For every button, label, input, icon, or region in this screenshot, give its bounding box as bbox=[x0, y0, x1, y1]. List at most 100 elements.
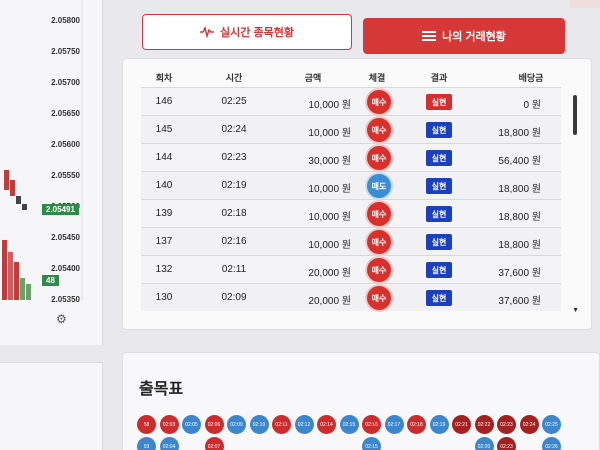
candle-bar bbox=[14, 262, 19, 300]
history-dot: 02:24 bbox=[519, 415, 539, 434]
result-cell: 실현 bbox=[426, 94, 452, 110]
result-cell: 실현 bbox=[426, 262, 452, 278]
table-row: 137 02:16 10,000 원 매수 실현 18,800 원 bbox=[141, 227, 561, 255]
amount-cell: 30,000 원 bbox=[308, 156, 351, 167]
history-dot: 02:19 bbox=[429, 415, 449, 434]
candle-bar bbox=[8, 252, 13, 300]
history-dot: 02:14 bbox=[317, 415, 336, 434]
candle-bar bbox=[4, 170, 9, 190]
left-bottom-panel bbox=[0, 362, 103, 450]
side-cell: 매수 bbox=[367, 230, 393, 254]
history-dot: 02:04 bbox=[159, 437, 179, 450]
price-axis-label: 2.05700 bbox=[51, 78, 80, 87]
history-dot: 02:06 bbox=[204, 415, 224, 434]
history-dot: 02:25 bbox=[542, 415, 561, 434]
round-cell: 130 bbox=[155, 292, 173, 303]
amount-cell: 10,000 원 bbox=[308, 100, 351, 111]
history-title: 출목표 bbox=[139, 381, 184, 398]
amount-cell: 10,000 원 bbox=[308, 212, 351, 223]
table-header: 회차 시간 금액 체결 결과 배당금 bbox=[123, 71, 591, 87]
countdown-tag: 48 bbox=[42, 275, 59, 286]
settings-icon[interactable]: ⚙ bbox=[56, 312, 67, 326]
result-cell: 실현 bbox=[426, 178, 452, 194]
round-cell: 132 bbox=[155, 264, 173, 275]
history-dot: 02:15 bbox=[339, 415, 359, 434]
result-cell: 실현 bbox=[426, 206, 452, 222]
table-row: 140 02:19 10,000 원 매도 실현 18,800 원 bbox=[141, 171, 561, 199]
table-row: 144 02:23 30,000 원 매수 실현 56,400 원 bbox=[141, 143, 561, 171]
header-time: 시간 bbox=[225, 73, 243, 83]
payout-cell: 18,800 원 bbox=[498, 240, 541, 251]
side-badge: 매수 bbox=[367, 146, 391, 170]
pulse-icon bbox=[200, 26, 215, 38]
round-cell: 140 bbox=[155, 180, 173, 191]
time-cell: 02:19 bbox=[221, 180, 247, 191]
side-cell: 매수 bbox=[367, 90, 393, 114]
result-cell: 실현 bbox=[426, 290, 452, 306]
history-dot: 02:11 bbox=[272, 415, 291, 434]
amount-cell: 10,000 원 bbox=[308, 240, 351, 251]
side-cell: 매수 bbox=[367, 146, 393, 170]
history-dot: 02:09 bbox=[227, 415, 246, 434]
price-axis-label: 2.05800 bbox=[51, 16, 80, 25]
result-cell: 실현 bbox=[426, 122, 452, 138]
table-row: 146 02:25 10,000 원 매수 실현 0 원 bbox=[141, 87, 561, 115]
current-price-tag: 2.05491 bbox=[42, 204, 79, 215]
history-dot: 02:26 bbox=[542, 437, 561, 450]
history-dot: 02:03 bbox=[159, 415, 179, 434]
round-cell: 144 bbox=[155, 152, 173, 163]
result-badge: 실현 bbox=[426, 290, 452, 306]
side-badge: 매수 bbox=[367, 90, 391, 114]
price-axis-label: 2.05400 bbox=[51, 264, 80, 273]
price-axis-label: 2.05750 bbox=[51, 47, 80, 56]
live-status-button[interactable]: 실시간 종목현황 bbox=[142, 14, 352, 50]
my-trades-label: 나의 거래현황 bbox=[442, 31, 506, 43]
my-trades-button[interactable]: 나의 거래현황 bbox=[363, 18, 565, 54]
result-badge: 실현 bbox=[426, 234, 452, 250]
history-dot: 02:17 bbox=[384, 415, 404, 434]
result-badge: 실현 bbox=[426, 206, 452, 222]
amount-cell: 10,000 원 bbox=[308, 184, 351, 195]
amount-cell: 10,000 원 bbox=[308, 128, 351, 139]
history-dot: 02:23 bbox=[497, 415, 516, 434]
round-cell: 137 bbox=[155, 236, 173, 247]
candle-bar bbox=[20, 278, 25, 300]
history-dot: 02:07 bbox=[204, 437, 224, 450]
header-amount: 금액 bbox=[304, 73, 322, 83]
candle-bar bbox=[26, 284, 31, 300]
header-payout: 배당금 bbox=[518, 73, 544, 83]
table-scrollbar[interactable] bbox=[573, 95, 577, 135]
side-badge: 매도 bbox=[367, 174, 391, 198]
result-badge: 실현 bbox=[426, 262, 452, 278]
round-cell: 146 bbox=[155, 96, 173, 107]
table-row: 145 02:24 10,000 원 매수 실현 18,800 원 bbox=[141, 115, 561, 143]
time-cell: 02:16 bbox=[221, 236, 247, 247]
table-body: 146 02:25 10,000 원 매수 실현 0 원 145 02:24 10,000 원매… bbox=[141, 87, 561, 311]
time-cell: 02:18 bbox=[221, 208, 247, 219]
history-dot: 02:22 bbox=[474, 415, 494, 434]
side-badge: 매수 bbox=[367, 230, 391, 254]
price-axis-label: 2.05450 bbox=[51, 233, 80, 242]
header-result: 결과 bbox=[430, 73, 448, 83]
payout-cell: 18,800 원 bbox=[498, 212, 541, 223]
corner-banner bbox=[570, 0, 600, 8]
table-row: 139 02:18 10,000 원 매수 실현 18,800 원 bbox=[141, 199, 561, 227]
history-dot: 59 bbox=[137, 437, 156, 450]
round-cell: 145 bbox=[155, 124, 173, 135]
time-cell: 02:24 bbox=[221, 124, 247, 135]
payout-cell: 18,800 원 bbox=[498, 184, 541, 195]
price-axis-label: 2.05350 bbox=[51, 295, 80, 304]
amount-cell: 20,000 원 bbox=[308, 296, 351, 307]
header-fill: 체결 bbox=[368, 73, 386, 83]
scroll-down-icon[interactable]: ▼ bbox=[572, 307, 579, 314]
history-card: 출목표 58 02:03 02:05 02:06 02:09 02:10 02:11 02:1… bbox=[122, 352, 600, 450]
history-dot: 02:16 bbox=[362, 415, 381, 434]
side-badge: 매수 bbox=[367, 286, 391, 310]
history-dot: 58 bbox=[137, 415, 156, 434]
result-cell: 실현 bbox=[426, 234, 452, 250]
candle-bar bbox=[16, 196, 21, 204]
history-dot: 02:15 bbox=[362, 437, 381, 450]
candle-bar bbox=[10, 180, 15, 196]
time-cell: 02:09 bbox=[221, 292, 247, 303]
side-cell: 매수 bbox=[367, 258, 393, 282]
